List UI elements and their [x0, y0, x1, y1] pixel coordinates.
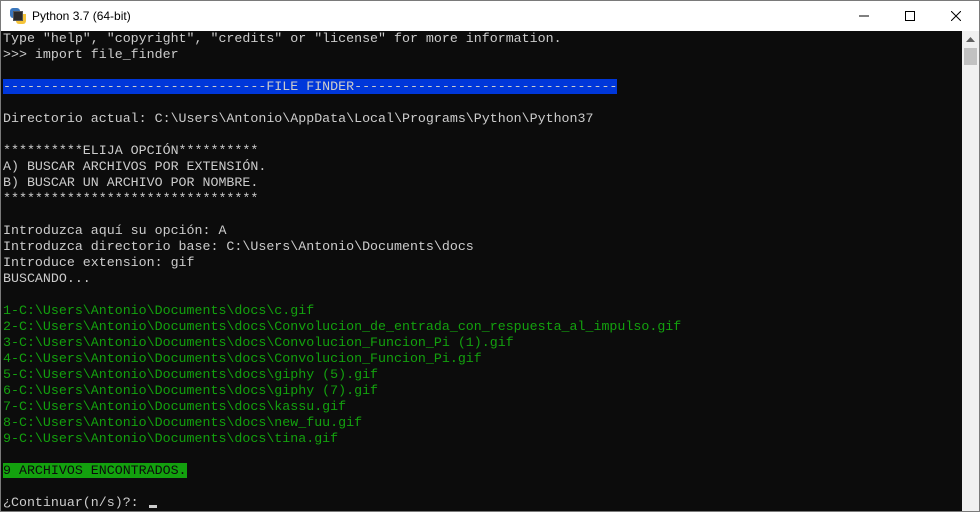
console-line: Directorio actual: C:\Users\Antonio\AppD… — [1, 111, 962, 127]
console-line: **********ELIJA OPCIÓN********** — [1, 143, 962, 159]
console-line-text: 6-C:\Users\Antonio\Documents\docs\giphy … — [3, 383, 379, 398]
console-line: Introduzca directorio base: C:\Users\Ant… — [1, 239, 962, 255]
console-line-text: 9 ARCHIVOS ENCONTRADOS. — [3, 463, 187, 478]
python-console-icon — [10, 8, 26, 24]
console-line-text: A) BUSCAR ARCHIVOS POR EXTENSIÓN. — [3, 159, 267, 174]
console-line-text: Directorio actual: C:\Users\Antonio\AppD… — [3, 111, 594, 126]
prompt-text: ¿Continuar(n/s)?: — [3, 495, 139, 510]
console-line-text: ---------------------------------FILE FI… — [3, 79, 618, 94]
scroll-thumb[interactable] — [964, 48, 977, 65]
console-line: 6-C:\Users\Antonio\Documents\docs\giphy … — [1, 383, 962, 399]
console-line: 2-C:\Users\Antonio\Documents\docs\Convol… — [1, 319, 962, 335]
text-cursor — [148, 505, 157, 508]
console-line-text: 7-C:\Users\Antonio\Documents\docs\kassu.… — [3, 399, 347, 414]
window-title: Python 3.7 (64-bit) — [32, 9, 131, 23]
console-line-text: 4-C:\Users\Antonio\Documents\docs\Convol… — [3, 351, 482, 366]
console-line: Type "help", "copyright", "credits" or "… — [1, 31, 962, 47]
minimize-icon — [859, 15, 869, 17]
close-button[interactable] — [933, 1, 979, 31]
console-line-text: 1-C:\Users\Antonio\Documents\docs\c.gif — [3, 303, 315, 318]
console-line-text: Introduzca directorio base: C:\Users\Ant… — [3, 239, 474, 254]
maximize-icon — [905, 11, 915, 21]
console-line: BUSCANDO... — [1, 271, 962, 287]
console-line-text: 9-C:\Users\Antonio\Documents\docs\tina.g… — [3, 431, 339, 446]
console-line: 3-C:\Users\Antonio\Documents\docs\Convol… — [1, 335, 962, 351]
console-line-text: 5-C:\Users\Antonio\Documents\docs\giphy … — [3, 367, 379, 382]
console-line: ---------------------------------FILE FI… — [1, 79, 962, 95]
console-prompt-line[interactable]: ¿Continuar(n/s)?: — [1, 495, 962, 511]
console-line: 5-C:\Users\Antonio\Documents\docs\giphy … — [1, 367, 962, 383]
console-output[interactable]: Type "help", "copyright", "credits" or "… — [1, 31, 962, 511]
console-line: 4-C:\Users\Antonio\Documents\docs\Convol… — [1, 351, 962, 367]
console-line: >>> import file_finder — [1, 47, 962, 63]
close-icon — [951, 11, 961, 21]
console-line-text: Introduzca aquí su opción: A — [3, 223, 227, 238]
console-line-text: Type "help", "copyright", "credits" or "… — [3, 31, 562, 46]
console-window: Python 3.7 (64-bit) Type "help", "copyri… — [0, 0, 980, 512]
console-line-text: >>> import file_finder — [3, 47, 179, 62]
console-line-text: B) BUSCAR UN ARCHIVO POR NOMBRE. — [3, 175, 259, 190]
window-controls — [841, 1, 979, 31]
console-line-text: BUSCANDO... — [3, 271, 91, 286]
console-line: 9-C:\Users\Antonio\Documents\docs\tina.g… — [1, 431, 962, 447]
title-bar[interactable]: Python 3.7 (64-bit) — [1, 1, 979, 31]
console-line: 1-C:\Users\Antonio\Documents\docs\c.gif — [1, 303, 962, 319]
console-line: B) BUSCAR UN ARCHIVO POR NOMBRE. — [1, 175, 962, 191]
console-line-text: Introduce extension: gif — [3, 255, 195, 270]
console-line: Introduce extension: gif — [1, 255, 962, 271]
console-line-text: 2-C:\Users\Antonio\Documents\docs\Convol… — [3, 319, 682, 334]
vertical-scrollbar[interactable] — [962, 31, 979, 511]
console-line-text: 3-C:\Users\Antonio\Documents\docs\Convol… — [3, 335, 514, 350]
scroll-up-button[interactable] — [962, 31, 979, 48]
minimize-button[interactable] — [841, 1, 887, 31]
console-line: 9 ARCHIVOS ENCONTRADOS. — [1, 463, 962, 479]
scroll-up-arrow-icon — [966, 37, 975, 42]
console-line-text: **********ELIJA OPCIÓN********** — [3, 143, 259, 158]
console-line: ******************************** — [1, 191, 962, 207]
console-line: 8-C:\Users\Antonio\Documents\docs\new_fu… — [1, 415, 962, 431]
console-line: Introduzca aquí su opción: A — [1, 223, 962, 239]
maximize-button[interactable] — [887, 1, 933, 31]
console-line-text: 8-C:\Users\Antonio\Documents\docs\new_fu… — [3, 415, 363, 430]
console-line: A) BUSCAR ARCHIVOS POR EXTENSIÓN. — [1, 159, 962, 175]
console-line-text: ******************************** — [3, 191, 259, 206]
console-line: 7-C:\Users\Antonio\Documents\docs\kassu.… — [1, 399, 962, 415]
